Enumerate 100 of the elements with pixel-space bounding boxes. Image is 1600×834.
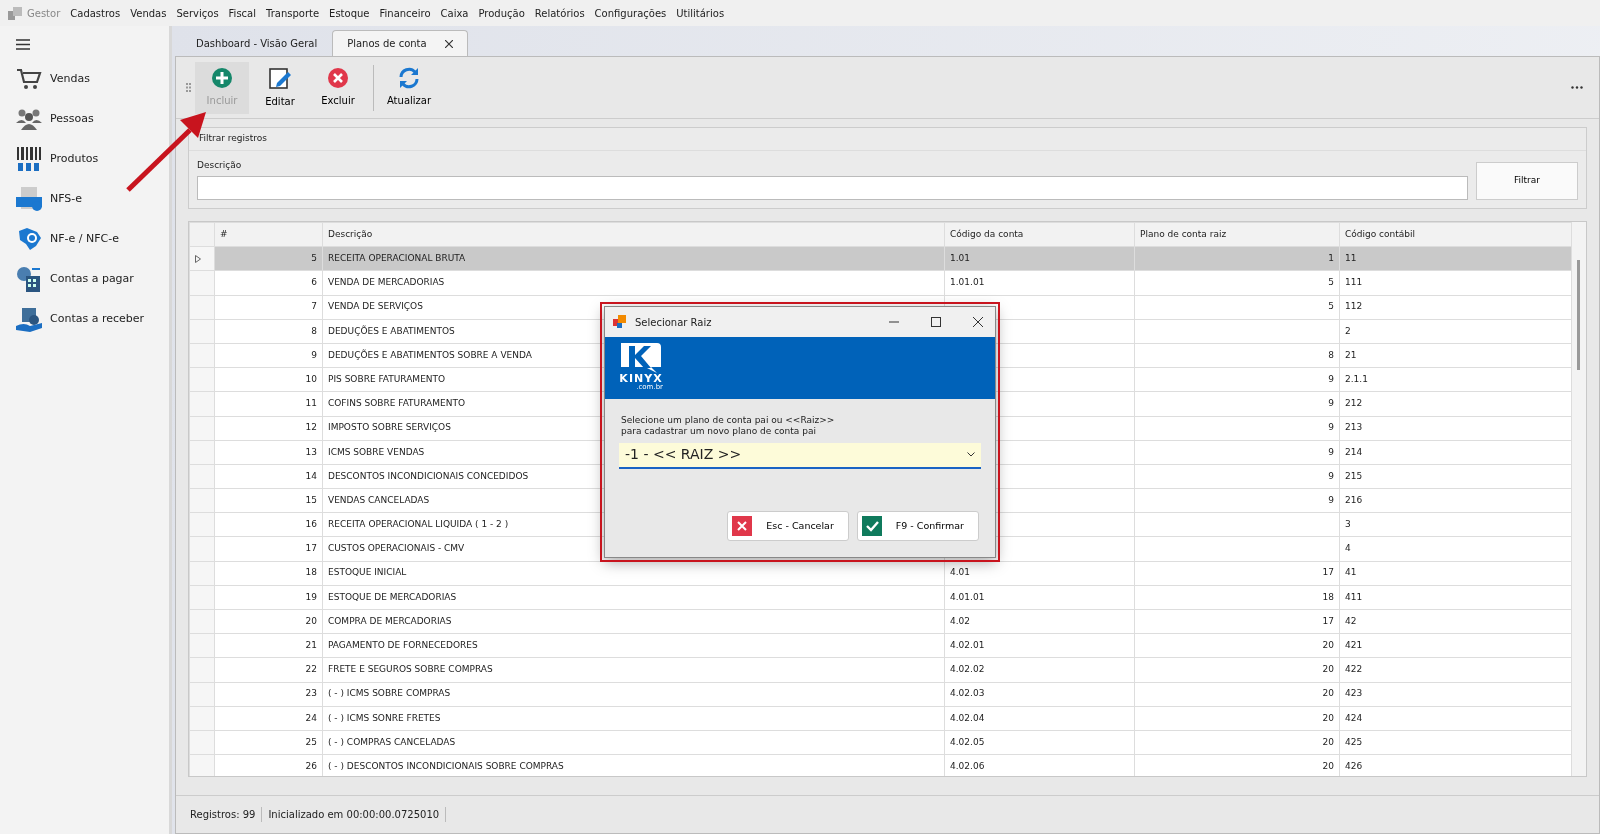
table-cell: ( - ) COMPRAS CANCELADAS (328, 736, 456, 747)
column-header[interactable]: Plano de conta raiz (1134, 222, 1340, 247)
confirm-button[interactable]: F9 - Confirmar (856, 511, 979, 541)
table-cell: COFINS SOBRE FATURAMENTO (328, 398, 465, 409)
close-icon[interactable] (973, 317, 983, 327)
table-row[interactable]: 19 ESTOQUE DE MERCADORIAS 4.01.01 18 411 (189, 585, 1572, 610)
table-cell: 11 (305, 398, 317, 409)
table-cell: 20 (1322, 640, 1334, 651)
table-cell: 5 (311, 253, 317, 264)
table-cell: 3 (1345, 519, 1351, 530)
menu-icon[interactable] (16, 38, 30, 50)
toolbar-button[interactable]: Editar (253, 61, 307, 114)
column-header[interactable]: Código da conta (944, 222, 1135, 247)
menu-item[interactable]: Produção (473, 5, 530, 21)
barcode-icon (16, 147, 42, 171)
menu-item[interactable]: Estoque (324, 5, 375, 21)
table-cell: ESTOQUE INICIAL (328, 567, 407, 578)
table-cell: ( - ) ICMS SOBRE COMPRAS (328, 688, 451, 699)
menu-item[interactable]: Transporte (261, 5, 325, 21)
prompt-text: Selecione um plano de conta pai ou <<Raiz>> (621, 415, 836, 426)
table-cell: 9 (311, 349, 317, 360)
maximize-icon[interactable] (931, 317, 941, 327)
table-cell: 7 (311, 301, 317, 312)
table-row[interactable]: 25 ( - ) COMPRAS CANCELADAS 4.02.05 20 425 (189, 730, 1572, 755)
column-header[interactable]: # (214, 222, 323, 247)
table-cell: 11 (1345, 253, 1357, 264)
menu-item[interactable]: Configurações (589, 5, 672, 21)
menu-item[interactable]: Relatórios (529, 5, 590, 21)
table-row[interactable]: 22 FRETE E SEGUROS SOBRE COMPRAS 4.02.02 20 422 (189, 657, 1572, 683)
sidebar-item[interactable]: Contas a receber (0, 299, 169, 339)
menu-item[interactable]: Vendas (125, 5, 172, 21)
table-cell: FRETE E SEGUROS SOBRE COMPRAS (328, 664, 493, 675)
table-row[interactable]: 24 ( - ) ICMS SONRE FRETES 4.02.04 20 424 (189, 706, 1572, 731)
prompt-text: para cadastrar um novo plano de conta pai (621, 425, 817, 437)
drag-handle[interactable] (186, 83, 191, 92)
table-cell: 17 (1322, 615, 1334, 626)
check-icon (861, 516, 882, 536)
toolbar-button[interactable]: Excluir (311, 61, 365, 114)
table-row[interactable]: 21 PAGAMENTO DE FORNECEDORES 4.02.01 20 421 (189, 633, 1572, 658)
table-cell: 2 (1345, 325, 1351, 336)
edit-icon (268, 66, 292, 90)
menu-item[interactable]: Caixa (435, 5, 474, 21)
table-cell: 42 (1345, 615, 1357, 626)
refresh-icon (398, 67, 420, 89)
sidebar-item[interactable]: Contas a pagar (0, 259, 169, 299)
toolbar-button[interactable]: Atualizar (382, 61, 436, 114)
cancel-button[interactable]: Esc - Cancelar (727, 511, 849, 541)
sidebar-item[interactable]: NF-e / NFC-e (0, 219, 169, 259)
table-row[interactable]: 6 VENDA DE MERCADORIAS 1.01.01 5 111 (189, 270, 1572, 296)
menu-item[interactable]: Fiscal (223, 5, 261, 21)
menu-item[interactable]: Financeiro (374, 5, 436, 21)
sidebar-item[interactable]: NFS-e (0, 179, 169, 219)
table-row[interactable]: 23 ( - ) ICMS SOBRE COMPRAS 4.02.03 20 423 (189, 682, 1572, 707)
filter-button[interactable]: Filtrar (1476, 162, 1578, 200)
sidebar-item[interactable]: Vendas (0, 59, 169, 99)
table-cell: 425 (1345, 736, 1363, 747)
sidebar-item[interactable]: Produtos (0, 139, 169, 179)
table-cell: 20 (1322, 736, 1334, 747)
table-cell: 14 (305, 470, 317, 481)
table-cell: 5 (1328, 277, 1334, 288)
table-row[interactable]: 20 COMPRA DE MERCADORIAS 4.02 17 42 (189, 609, 1572, 634)
table-cell: 16 (305, 519, 317, 530)
table-cell: 4 (1345, 543, 1351, 554)
root-select[interactable]: -1 - << RAIZ >> (619, 442, 981, 469)
description-field[interactable] (197, 176, 1468, 200)
scrollbar[interactable] (1572, 222, 1586, 776)
table-cell: IMPOSTO SOBRE SERVIÇOS (328, 422, 451, 433)
table-cell: ( - ) ICMS SONRE FRETES (328, 712, 441, 723)
sidebar-item[interactable]: Pessoas (0, 99, 169, 139)
table-cell: DEDUÇÕES E ABATIMENTOS SOBRE A VENDA (328, 349, 532, 360)
menu-item[interactable]: Cadastros (65, 5, 126, 21)
cart-icon (16, 68, 42, 90)
table-cell: 4.02.05 (950, 736, 985, 747)
more-icon[interactable] (1571, 86, 1583, 89)
app-title: Gestor (26, 6, 62, 21)
app-icon (613, 315, 627, 329)
close-icon[interactable] (444, 39, 453, 48)
table-cell: 24 (305, 712, 317, 723)
menu-item[interactable]: Utilitários (671, 5, 730, 21)
tab[interactable]: Dashboard - Visão Geral (181, 30, 333, 56)
table-cell: 20 (1322, 688, 1334, 699)
column-header[interactable]: Descrição (322, 222, 945, 247)
tab[interactable]: Planos de conta (332, 30, 468, 56)
table-cell: 12 (305, 422, 317, 433)
table-cell: 20 (1322, 664, 1334, 675)
table-cell: 6 (311, 277, 317, 288)
add-icon (211, 67, 233, 89)
status-text: Inicializado em 00:00:00.0725010 (262, 807, 447, 822)
table-cell: 423 (1345, 688, 1363, 699)
table-row[interactable]: 5 RECEITA OPERACIONAL BRUTA 1.01 1 11 (189, 246, 1572, 271)
people-icon (16, 108, 42, 130)
logo-text: KINYX (619, 373, 663, 384)
menu-item[interactable]: Serviços (171, 5, 224, 21)
table-cell: 19 (305, 591, 317, 602)
table-cell: 2.1.1 (1345, 373, 1368, 384)
column-header[interactable]: Código contábil (1339, 222, 1572, 247)
table-cell: ESTOQUE DE MERCADORIAS (328, 591, 457, 602)
table-cell: 4.02.02 (950, 664, 985, 675)
table-cell: RECEITA OPERACIONAL LIQUIDA ( 1 - 2 ) (328, 519, 509, 530)
table-row[interactable]: 26 ( - ) DESCONTOS INCONDICIONAIS SOBRE COMPRAS 4.02.06 20 426 (189, 754, 1572, 776)
